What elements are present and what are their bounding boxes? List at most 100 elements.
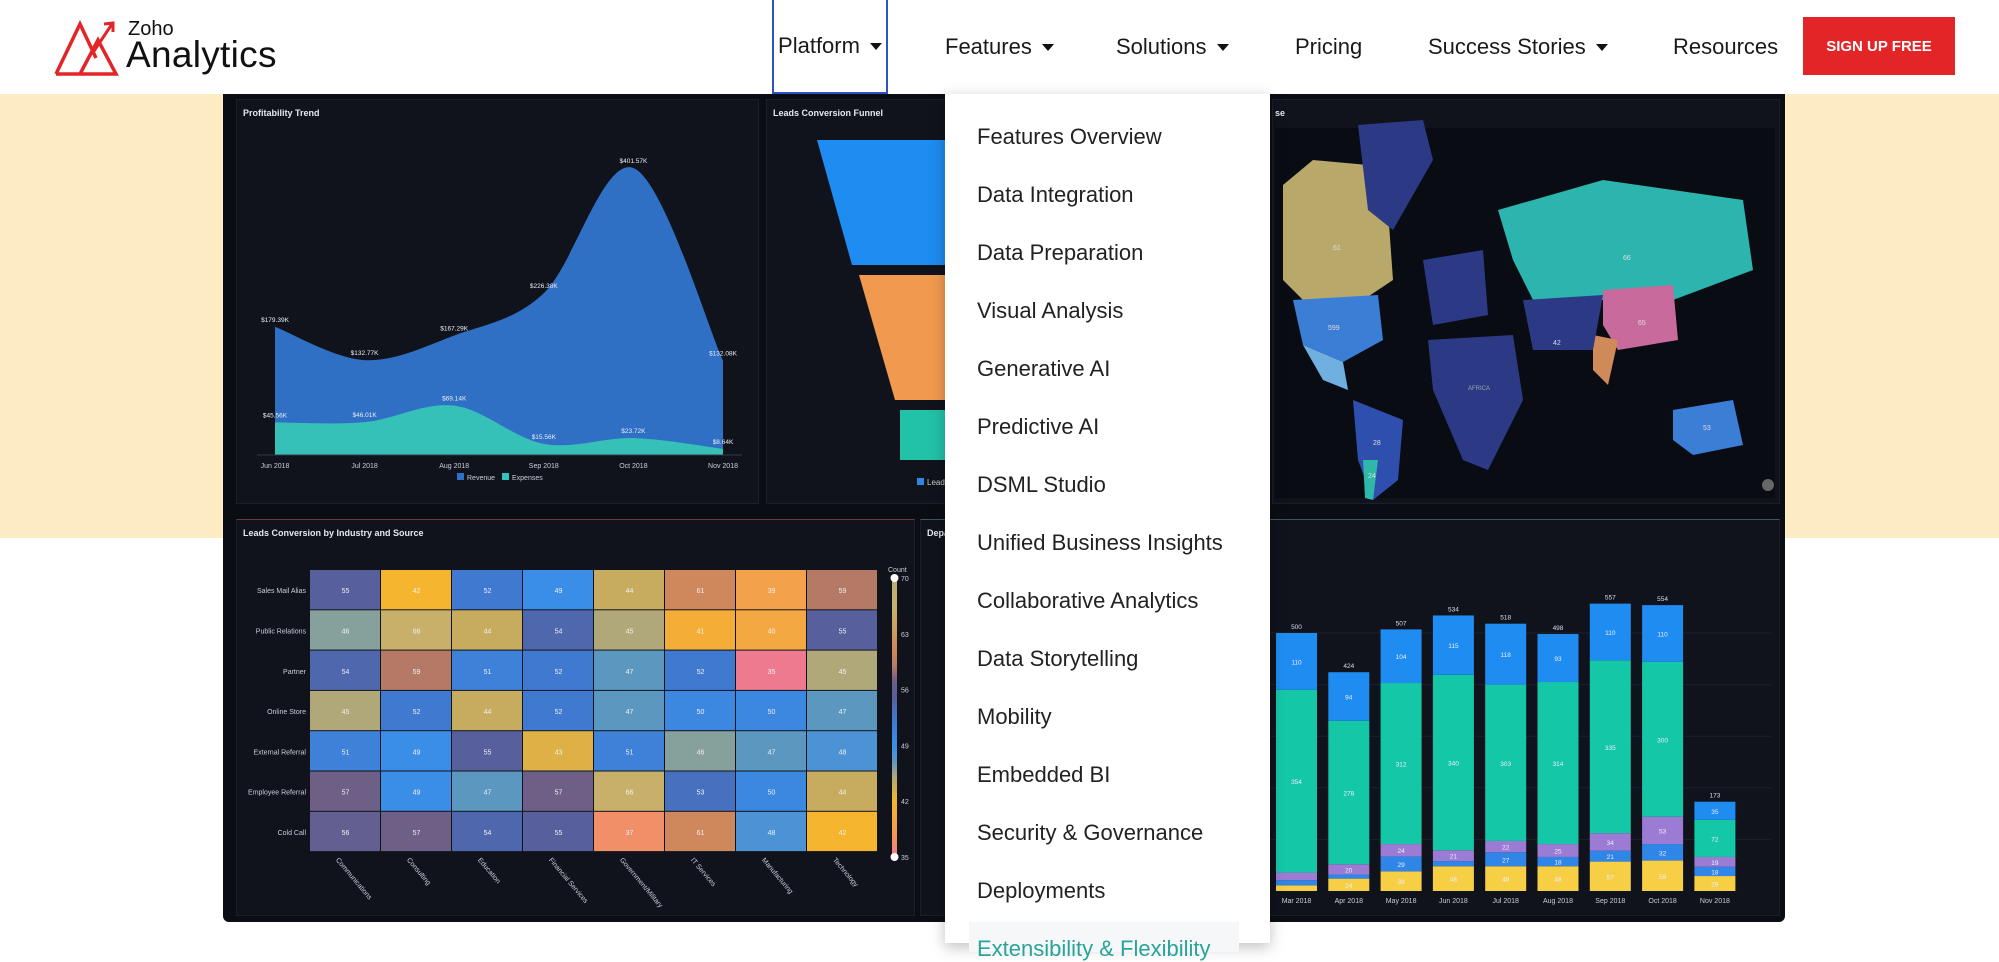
bar-segment [1276,872,1317,881]
map-region-europe [1423,250,1488,325]
segment-label: 18 [1554,860,1562,867]
segment-label: 94 [1345,694,1353,701]
cell-value: 52 [555,709,563,716]
legend-swatch [917,478,924,485]
colorbar-tick: 35 [901,855,909,862]
sign-up-free-button[interactable]: SIGN UP FREE [1803,17,1955,75]
map-region-asia [1523,295,1603,350]
data-label: $69.14K [442,396,467,403]
platform-dropdown-menu: Features Overview Data Integration Data Pr… [945,94,1270,961]
cell-value: 55 [484,749,492,756]
nav-resources[interactable]: Resources [1673,0,1778,94]
cell-value: 46 [697,749,705,756]
bar-segment [1276,885,1317,891]
cell-value: 50 [768,709,776,716]
menu-item-deployments[interactable]: Deployments [977,878,1105,904]
menu-item-generative-ai[interactable]: Generative AI [977,356,1110,382]
segment-label: 24 [1397,848,1405,855]
menu-item-predictive-ai[interactable]: Predictive AI [977,414,1099,440]
segment-label: 48 [1450,877,1458,884]
nav-success-stories[interactable]: Success Stories [1428,0,1608,94]
logo[interactable]: Zoho Analytics [52,18,292,78]
segment-label: 354 [1291,779,1302,786]
segment-label: 38 [1397,879,1405,886]
segment-label: 104 [1396,654,1407,661]
menu-item-mobility[interactable]: Mobility [977,704,1052,730]
colorbar-handle-min [890,853,899,861]
zoho-analytics-logo-icon [54,19,119,76]
bar-total-label: 507 [1396,620,1407,627]
svg-text:AFRICA: AFRICA [1468,386,1490,392]
nav-platform[interactable]: Platform [772,0,888,94]
segment-label: 19 [1711,860,1719,867]
data-label: $401.57K [619,158,647,165]
x-tick-label: Aug 2018 [439,463,469,470]
menu-item-security-governance[interactable]: Security & Governance [977,820,1203,846]
cell-value: 44 [626,588,634,595]
segment-label: 118 [1501,652,1512,659]
nav-features[interactable]: Features [945,0,1054,94]
segment-label: 35 [1711,809,1719,816]
x-tick-label: Jul 2018 [351,463,378,470]
legend-label: Revenue [467,475,495,482]
bar-total-label: 554 [1657,596,1668,603]
cell-value: 47 [768,749,776,756]
area-revenue [275,167,723,455]
menu-item-data-storytelling[interactable]: Data Storytelling [977,646,1138,672]
svg-text:28: 28 [1373,440,1381,447]
bar-segment [1432,861,1474,867]
segment-label: 93 [1554,656,1562,663]
menu-item-data-integration[interactable]: Data Integration [977,182,1134,208]
segment-label: 312 [1396,762,1407,769]
menu-item-features-overview[interactable]: Features Overview [977,124,1162,150]
bar-segment [1328,874,1370,879]
cell-value: 57 [413,830,421,837]
column-label: Communications [334,857,373,902]
map-panel: se 61 599 28 24 66 65 42 53 AFRICA [1272,99,1780,504]
menu-item-collaborative-analytics[interactable]: Collaborative Analytics [977,588,1198,614]
segment-label: 18 [1711,869,1719,876]
svg-text:61: 61 [1333,245,1341,252]
menu-item-extensibility-flexibility[interactable]: Extensibility & Flexibility [977,936,1211,962]
segment-label: 22 [1502,845,1510,852]
cell-value: 55 [342,588,350,595]
bar-total-label: 518 [1500,615,1511,622]
legend-swatch [457,473,464,480]
cell-value: 46 [342,628,350,635]
cell-value: 40 [768,628,776,635]
cell-value: 37 [626,830,634,837]
segment-label: 53 [1659,828,1667,835]
column-label: Consulting [405,857,432,887]
data-label: $132.77K [351,350,379,357]
cell-value: 41 [697,628,705,635]
cell-value: 52 [413,709,421,716]
menu-item-visual-analysis[interactable]: Visual Analysis [977,298,1123,324]
nav-pricing[interactable]: Pricing [1295,0,1362,94]
segment-label: 21 [1607,854,1615,861]
data-label: $179.39K [261,317,289,324]
menu-item-embedded-bi[interactable]: Embedded BI [977,762,1110,788]
data-label: $15.56K [532,434,557,441]
segment-label: 27 [1502,857,1510,864]
cell-value: 59 [839,588,847,595]
colorbar-tick: 63 [901,632,909,639]
colorbar-tick: 42 [901,799,909,806]
cell-value: 52 [555,669,563,676]
segment-label: 25 [1554,848,1562,855]
x-tick-label: Sep 2018 [1595,898,1625,905]
caret-down-icon [1041,43,1054,51]
x-tick-label: Oct 2018 [619,463,648,470]
bar-total-label: 500 [1291,624,1302,631]
cell-value: 66 [626,790,634,797]
menu-item-dsml-studio[interactable]: DSML Studio [977,472,1106,498]
cell-value: 55 [839,628,847,635]
nav-solutions[interactable]: Solutions [1116,0,1229,94]
cell-value: 55 [555,830,563,837]
segment-label: 72 [1711,836,1719,843]
colorbar-tick: 49 [901,743,909,750]
cell-value: 48 [839,749,847,756]
bar-total-label: 424 [1343,663,1354,670]
menu-item-unified-business-insights[interactable]: Unified Business Insights [977,530,1223,556]
menu-item-data-preparation[interactable]: Data Preparation [977,240,1143,266]
cell-value: 54 [342,669,350,676]
